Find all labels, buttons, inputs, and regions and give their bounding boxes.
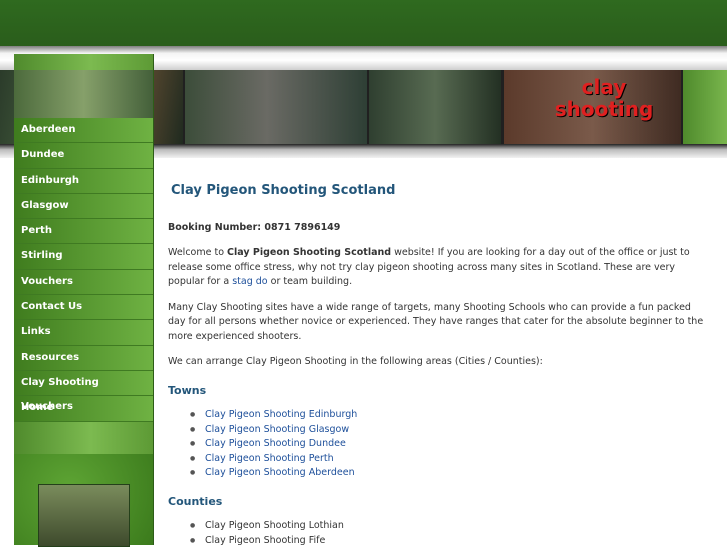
nav-item-edinburgh[interactable]: Edinburgh — [14, 169, 153, 194]
banner-photo-shooter-3 — [369, 70, 501, 144]
main-content: Clay Pigeon Shooting Scotland Booking Nu… — [168, 178, 708, 548]
list-item: Clay Pigeon Shooting Dundee — [190, 437, 708, 452]
nav-item-contact-us[interactable]: Contact Us — [14, 295, 153, 320]
banner-photo-grass — [683, 70, 727, 144]
nav-item-glasgow[interactable]: Glasgow — [14, 194, 153, 219]
nav-item-aberdeen[interactable]: Aberdeen — [14, 118, 153, 143]
top-bar — [0, 0, 727, 46]
nav-item-links[interactable]: Links — [14, 320, 153, 345]
nav-item-home[interactable]: Home — [14, 396, 153, 421]
town-link[interactable]: Clay Pigeon Shooting Perth — [205, 453, 334, 464]
list-item: Clay Pigeon Shooting Perth — [190, 452, 708, 467]
banner-logo-line2: shooting — [544, 98, 664, 120]
list-item: Clay Pigeon Shooting Fife — [190, 534, 708, 548]
town-link[interactable]: Clay Pigeon Shooting Edinburgh — [205, 409, 357, 420]
county-label: Clay Pigeon Shooting Fife — [205, 535, 325, 546]
nav-item-stirling[interactable]: Stirling — [14, 244, 153, 269]
list-item: Clay Pigeon Shooting Glasgow — [190, 423, 708, 438]
nav-item-vouchers[interactable]: Vouchers — [14, 270, 153, 295]
nav-item-clay-shooting-vouchers[interactable]: Clay Shooting Vouchers — [14, 371, 153, 396]
banner-photo-group: clay shooting — [504, 70, 681, 144]
sidebar-photo — [38, 484, 130, 547]
list-item: Clay Pigeon Shooting Edinburgh — [190, 408, 708, 423]
banner-logo: clay shooting — [544, 76, 664, 120]
list-item: Clay Pigeon Shooting Aberdeen — [190, 466, 708, 481]
page-title: Clay Pigeon Shooting Scotland — [171, 184, 708, 199]
booking-number: Booking Number: 0871 7896149 — [168, 221, 708, 236]
sidebar-nav: AberdeenDundeeEdinburghGlasgowPerthStirl… — [14, 118, 153, 422]
ranges-paragraph: Many Clay Shooting sites have a wide ran… — [168, 301, 708, 345]
county-label: Clay Pigeon Shooting Lothian — [205, 520, 344, 531]
counties-heading: Counties — [168, 495, 708, 510]
nav-item-dundee[interactable]: Dundee — [14, 143, 153, 168]
list-item: Clay Pigeon Shooting Lothian — [190, 519, 708, 534]
banner-logo-line1: clay — [544, 76, 664, 98]
areas-paragraph: We can arrange Clay Pigeon Shooting in t… — [168, 355, 708, 370]
welcome-paragraph: Welcome to Clay Pigeon Shooting Scotland… — [168, 246, 708, 290]
towns-list: Clay Pigeon Shooting Edinburgh Clay Pigeo… — [190, 408, 708, 481]
sidebar-top-photo — [14, 70, 153, 118]
banner-photo-shooter-2 — [185, 70, 367, 144]
town-link[interactable]: Clay Pigeon Shooting Glasgow — [205, 424, 349, 435]
nav-item-resources[interactable]: Resources — [14, 346, 153, 371]
town-link[interactable]: Clay Pigeon Shooting Aberdeen — [205, 467, 355, 478]
town-link[interactable]: Clay Pigeon Shooting Dundee — [205, 438, 346, 449]
stag-do-link[interactable]: stag do — [232, 276, 267, 287]
counties-list: Clay Pigeon Shooting Lothian Clay Pigeon … — [190, 519, 708, 548]
towns-heading: Towns — [168, 384, 708, 399]
nav-item-perth[interactable]: Perth — [14, 219, 153, 244]
